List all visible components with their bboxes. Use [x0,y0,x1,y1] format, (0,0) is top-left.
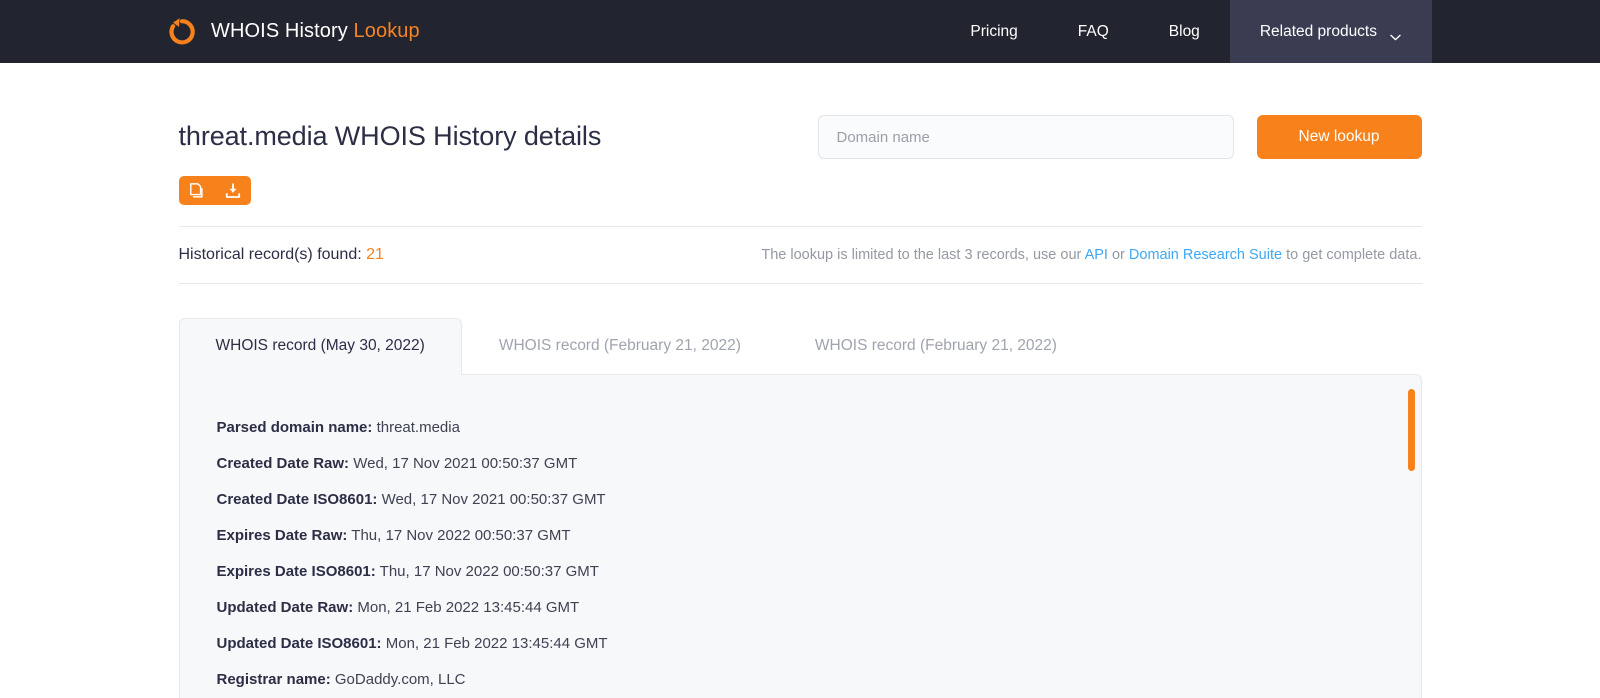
record-field-value: Wed, 17 Nov 2021 00:50:37 GMT [353,454,578,472]
content-container: threat.media WHOIS History details New l… [178,63,1422,698]
record-field-updated-date-raw: Updated Date Raw: Mon, 21 Feb 2022 13:45… [217,600,1421,615]
record-field-label: Expires Date Raw: [216,526,348,544]
site-header: WHOIS History Lookup Pricing FAQ Blog Re… [0,0,1600,63]
record-field-value: Mon, 21 Feb 2022 13:45:44 GMT [385,634,608,652]
nav-item-related-products[interactable]: Related products [1229,0,1432,63]
record-field-parsed-domain-name: Parsed domain name: threat.media [217,420,1421,435]
record-field-label: Created Date Raw: [216,454,350,472]
page-title: threat.media WHOIS History details [178,121,602,151]
tab-whois-record-2[interactable]: WHOIS record (February 21, 2022) [462,318,778,374]
copy-icon [189,182,205,199]
record-field-value: Thu, 17 Nov 2022 00:50:37 GMT [379,562,599,580]
record-field-updated-date-iso8601: Updated Date ISO8601: Mon, 21 Feb 2022 1… [217,636,1421,651]
record-count-value: 21 [366,246,384,263]
record-actions-toolbar [178,176,251,205]
record-field-expires-date-iso8601: Expires Date ISO8601: Thu, 17 Nov 2022 0… [217,564,1421,579]
tab-whois-record-1[interactable]: WHOIS record (May 30, 2022) [178,318,462,375]
record-field-created-date-iso8601: Created Date ISO8601: Wed, 17 Nov 2021 0… [217,492,1421,507]
limit-note-text-3: to get complete data. [1282,247,1422,263]
main-navigation: Pricing FAQ Blog Related products [940,0,1600,63]
brand-title-primary: WHOIS History [211,20,348,42]
record-field-label: Updated Date Raw: [216,598,354,616]
record-field-label: Created Date ISO8601: [216,490,378,508]
record-field-value: Thu, 17 Nov 2022 00:50:37 GMT [351,526,571,544]
brand-title-accent: Lookup [353,20,420,42]
record-field-label: Parsed domain name: [216,418,373,436]
record-field-value: Mon, 21 Feb 2022 13:45:44 GMT [357,598,580,616]
download-button[interactable] [215,176,251,205]
whois-record-panel: Parsed domain name: threat.media Created… [178,373,1422,698]
record-panel-scrollbar[interactable] [1407,383,1415,698]
copy-button[interactable] [179,176,215,205]
nav-item-blog[interactable]: Blog [1139,0,1230,63]
record-field-label: Registrar name: [216,670,331,688]
record-count-row: Historical record(s) found: 21 The looku… [178,226,1422,284]
nav-item-pricing[interactable]: Pricing [940,0,1047,63]
nav-item-faq[interactable]: FAQ [1048,0,1139,63]
download-icon [225,182,241,199]
record-count: Historical record(s) found: 21 [179,246,384,264]
new-lookup-button[interactable]: New lookup [1256,115,1422,159]
api-link[interactable]: API [1085,247,1108,263]
record-field-expires-date-raw: Expires Date Raw: Thu, 17 Nov 2022 00:50… [217,528,1421,543]
domain-research-suite-link[interactable]: Domain Research Suite [1129,247,1282,263]
record-field-value: threat.media [376,418,460,436]
whois-record-tabs: WHOIS record (May 30, 2022) WHOIS record… [178,318,1422,375]
record-count-label: Historical record(s) found: [178,246,362,263]
history-rewind-icon [167,17,197,47]
lookup-limit-note: The lookup is limited to the last 3 reco… [761,247,1421,263]
page-content: threat.media WHOIS History details New l… [0,63,1600,698]
record-field-label: Updated Date ISO8601: [216,634,382,652]
record-field-label: Expires Date ISO8601: [216,562,376,580]
record-field-registrar-name: Registrar name: GoDaddy.com, LLC [217,672,1421,687]
record-panel-scrollbar-thumb[interactable] [1407,388,1415,471]
chevron-down-icon [1390,28,1401,41]
tab-whois-record-3[interactable]: WHOIS record (February 21, 2022) [778,318,1094,374]
record-field-created-date-raw: Created Date Raw: Wed, 17 Nov 2021 00:50… [217,456,1421,471]
nav-item-related-products-label: Related products [1259,22,1377,40]
lookup-form: New lookup [817,113,1422,159]
limit-note-text-2: or [1107,247,1129,263]
domain-name-input[interactable] [817,115,1234,159]
record-field-value: GoDaddy.com, LLC [334,670,466,688]
brand-logo-link[interactable]: WHOIS History Lookup [167,0,420,63]
record-field-value: Wed, 17 Nov 2021 00:50:37 GMT [381,490,606,508]
whois-record-fields: Parsed domain name: threat.media Created… [180,375,1421,698]
brand-title: WHOIS History Lookup [211,20,420,43]
title-row: threat.media WHOIS History details New l… [179,63,1422,159]
limit-note-text-1: The lookup is limited to the last 3 reco… [761,247,1085,263]
